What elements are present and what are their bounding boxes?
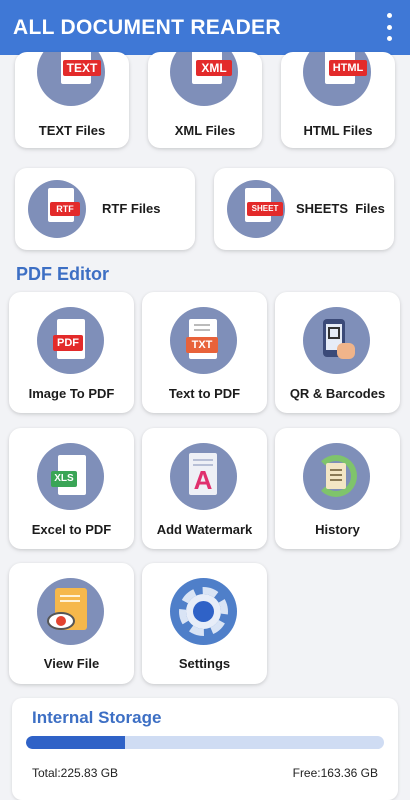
overflow-menu-icon[interactable]: [382, 13, 396, 41]
app-title: ALL DOCUMENT READER: [13, 15, 281, 39]
storage-total: Total:225.83 GB: [32, 766, 119, 780]
text-to-pdf-card[interactable]: TXT Text to PDF: [142, 292, 267, 413]
storage-title: Internal Storage: [32, 708, 162, 727]
image-to-pdf-card[interactable]: PDF Image To PDF: [9, 292, 134, 413]
gear-icon: [170, 578, 237, 645]
sheets-files-card[interactable]: SHEET SHEETS Files: [214, 168, 394, 250]
text-to-pdf-label: Text to PDF: [168, 386, 241, 401]
storage-free: Free:163.36 GB: [292, 766, 378, 780]
view-file-label: View File: [43, 656, 100, 671]
excel-to-pdf-label: Excel to PDF: [31, 522, 112, 537]
view-file-card[interactable]: View File: [9, 563, 134, 684]
sheets-files-label: SHEETS Files: [296, 201, 385, 216]
history-card[interactable]: History: [275, 428, 400, 549]
settings-card[interactable]: Settings: [142, 563, 267, 684]
xls-file-icon: XLS: [37, 443, 104, 510]
rtf-files-label: RTF Files: [102, 201, 161, 216]
rtf-files-card[interactable]: RTF RTF Files: [15, 168, 195, 250]
html-file-icon: HTML: [303, 52, 371, 106]
text-files-label: TEXT Files: [38, 123, 106, 138]
settings-label: Settings: [178, 656, 231, 671]
history-label: History: [315, 522, 360, 537]
history-icon: [303, 443, 370, 510]
text-files-card[interactable]: TEXT TEXT Files: [15, 52, 129, 148]
storage-progress-bar: [26, 736, 384, 749]
excel-to-pdf-card[interactable]: XLS Excel to PDF: [9, 428, 134, 549]
add-watermark-card[interactable]: A Add Watermark: [142, 428, 267, 549]
qr-barcodes-label: QR & Barcodes: [289, 386, 386, 401]
image-to-pdf-label: Image To PDF: [28, 386, 115, 401]
qr-barcodes-card[interactable]: QR & Barcodes: [275, 292, 400, 413]
qr-scan-phone-icon: [303, 307, 370, 374]
add-watermark-label: Add Watermark: [156, 522, 253, 537]
xml-files-label: XML Files: [174, 123, 236, 138]
html-files-card[interactable]: HTML HTML Files: [281, 52, 395, 148]
rtf-file-icon: RTF: [28, 180, 86, 238]
view-file-eye-icon: [37, 578, 104, 645]
storage-used-fill: [26, 736, 126, 749]
internal-storage-card: Internal Storage Total:225.83 GB Free:16…: [12, 698, 398, 800]
txt-file-icon: TXT: [170, 307, 237, 374]
pdf-editor-title: PDF Editor: [16, 264, 109, 284]
app-bar: ALL DOCUMENT READER: [0, 0, 410, 55]
xml-file-icon: XML: [170, 52, 238, 106]
watermark-icon: A: [170, 443, 237, 510]
sheet-file-icon: SHEET: [227, 180, 285, 238]
pdf-file-icon: PDF: [37, 307, 104, 374]
xml-files-card[interactable]: XML XML Files: [148, 52, 262, 148]
html-files-label: HTML Files: [303, 123, 373, 138]
text-file-icon: TEXT: [37, 52, 105, 106]
